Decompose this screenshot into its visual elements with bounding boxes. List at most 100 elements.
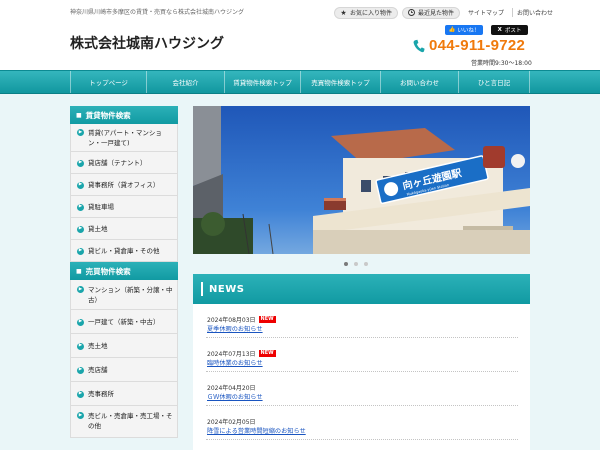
sitemap-link[interactable]: サイトマップ	[464, 8, 508, 17]
sidebar-item-sale-store[interactable]: ▶ 売店舗	[70, 358, 178, 382]
chevron-right-icon: ▶	[77, 247, 84, 255]
phone-icon	[413, 39, 425, 53]
nav-diary[interactable]: ひと言日記	[458, 71, 530, 93]
slider-dot[interactable]	[344, 262, 348, 266]
sidebar-item-sale-building[interactable]: ▶ 売ビル・売倉庫・売工場・その他	[70, 406, 178, 438]
new-badge: NEW	[258, 350, 276, 357]
station-photo: 向ヶ丘遊園駅 Mukōgaoka-yūen Station	[193, 106, 530, 254]
sale-search-heading: ■ 売買物件検索	[70, 262, 178, 280]
chevron-right-icon: ▶	[77, 342, 84, 350]
recent-viewed-button[interactable]: 最近見た物件	[402, 6, 461, 19]
news-list: 2024年08月03日 NEW 夏季休暇のお知らせ 2024年07月13日 NE…	[193, 304, 530, 440]
sidebar-item-rental-building[interactable]: ▶ 貸ビル・貸倉庫・その他	[70, 240, 178, 262]
like-label: いいね！	[457, 28, 480, 34]
chevron-right-icon: ▶	[77, 225, 84, 233]
sidebar-item-label: 一戸建て（新築・中古）	[88, 317, 160, 326]
chevron-right-icon: ▶	[77, 286, 84, 293]
sidebar: ■ 賃貸物件検索 ▶ 賃貸(アパート・マンション・一戸建て) ▶ 貸店舗（テナン…	[70, 106, 178, 438]
news-section: NEWS 2024年08月03日 NEW 夏季休暇のお知らせ 2024年07月1…	[193, 274, 530, 450]
nav-contact[interactable]: お問い合わせ	[380, 71, 458, 93]
news-item: 2024年08月03日 NEW 夏季休暇のお知らせ	[206, 304, 518, 338]
rental-search-heading: ■ 賃貸物件検索	[70, 106, 178, 124]
news-date: 2024年04月20日	[207, 385, 256, 392]
sidebar-item-label: 貸店舗（テナント）	[88, 158, 147, 167]
sidebar-item-label: 貸土地	[88, 224, 108, 233]
chevron-right-icon: ▶	[77, 390, 84, 398]
sidebar-item-sale-land[interactable]: ▶ 売土地	[70, 334, 178, 358]
phone-number-text: 044-911-9722	[429, 37, 526, 54]
slider-dot[interactable]	[364, 262, 368, 266]
sidebar-item-label: マンション（新築・分譲・中古）	[88, 286, 173, 304]
triangle-icon: ■	[76, 111, 82, 119]
sidebar-item-label: 売店舗	[88, 365, 108, 374]
slider-pagination	[344, 262, 368, 266]
sidebar-item-rental-apartment[interactable]: ▶ 賃貸(アパート・マンション・一戸建て)	[70, 124, 178, 152]
slider-dot[interactable]	[354, 262, 358, 266]
hero-slider[interactable]: 向ヶ丘遊園駅 Mukōgaoka-yūen Station	[193, 106, 530, 254]
sidebar-item-sale-house[interactable]: ▶ 一戸建て（新築・中古）	[70, 310, 178, 334]
chevron-right-icon: ▶	[77, 129, 84, 136]
sidebar-item-rental-parking[interactable]: ▶ 貸駐車場	[70, 196, 178, 218]
sidebar-item-sale-office[interactable]: ▶ 売事務所	[70, 382, 178, 406]
sidebar-item-label: 貸駐車場	[88, 202, 114, 211]
phone-number[interactable]: 044-911-9722	[413, 37, 525, 54]
chevron-right-icon: ▶	[77, 366, 84, 374]
chevron-right-icon: ▶	[77, 159, 84, 167]
news-date-row: 2024年02月05日	[207, 417, 256, 426]
sidebar-item-label: 売事務所	[88, 389, 114, 398]
thumbs-up-icon: 👍	[448, 27, 456, 33]
global-navigation: トップページ 会社紹介 賃貸物件検索トップ 売買物件検索トップ お問い合わせ ひ…	[0, 70, 600, 94]
post-label: ポスト	[504, 28, 522, 34]
news-item: 2024年04月20日 ＧＷ休暇のお知らせ	[206, 372, 518, 406]
news-date-row: 2024年08月03日 NEW	[207, 315, 276, 324]
sidebar-item-label: 売ビル・売倉庫・売工場・その他	[88, 412, 173, 430]
news-item: 2024年07月13日 NEW 臨時休業のお知らせ	[206, 338, 518, 372]
clock-icon	[408, 9, 415, 16]
news-date: 2024年08月03日	[207, 317, 256, 324]
sidebar-item-rental-office[interactable]: ▶ 貸事務所（貸オフィス）	[70, 174, 178, 196]
recent-label: 最近見た物件	[418, 10, 455, 17]
sale-search-title: 売買物件検索	[85, 266, 131, 276]
facebook-like-button[interactable]: 👍 いいね！	[445, 25, 483, 35]
site-header: 神奈川県川崎市多摩区の賃貸・売買なら株式会社城南ハウジング 株式会社城南ハウジン…	[0, 0, 600, 70]
sidebar-item-label: 貸事務所（貸オフィス）	[88, 180, 160, 189]
sidebar-item-label: 賃貸(アパート・マンション・一戸建て)	[88, 129, 162, 147]
contact-link[interactable]: お問い合わせ	[512, 8, 557, 17]
chevron-right-icon: ▶	[77, 203, 84, 211]
sidebar-item-rental-store[interactable]: ▶ 貸店舗（テナント）	[70, 152, 178, 174]
sidebar-item-label: 売土地	[88, 341, 108, 350]
site-logo-title[interactable]: 株式会社城南ハウジング	[70, 33, 224, 53]
news-heading: NEWS	[193, 274, 530, 304]
news-link[interactable]: 夏季休暇のお知らせ	[207, 324, 263, 333]
news-link[interactable]: ＧＷ休暇のお知らせ	[207, 392, 263, 401]
news-date: 2024年07月13日	[207, 351, 256, 358]
new-badge: NEW	[258, 316, 276, 323]
main-content: ■ 賃貸物件検索 ▶ 賃貸(アパート・マンション・一戸建て) ▶ 貸店舗（テナン…	[0, 94, 600, 450]
news-title: NEWS	[209, 283, 245, 295]
sidebar-item-label: 貸ビル・貸倉庫・その他	[88, 246, 160, 255]
sidebar-item-sale-mansion[interactable]: ▶ マンション（新築・分譲・中古）	[70, 280, 178, 310]
business-hours: 営業時間9:30～18:00	[471, 60, 532, 67]
news-date: 2024年02月05日	[207, 419, 256, 426]
x-post-button[interactable]: X ポスト	[491, 25, 528, 35]
nav-company[interactable]: 会社紹介	[146, 71, 224, 93]
chevron-right-icon: ▶	[77, 412, 84, 419]
news-date-row: 2024年07月13日 NEW	[207, 349, 276, 358]
nav-rental-search[interactable]: 賃貸物件検索トップ	[224, 71, 300, 93]
favorites-label: お気に入り物件	[350, 10, 393, 17]
chevron-right-icon: ▶	[77, 318, 84, 326]
triangle-icon: ■	[76, 267, 82, 275]
header-utility-links: ★ お気に入り物件 最近見た物件 サイトマップ お問い合わせ	[334, 6, 557, 19]
chevron-right-icon: ▶	[77, 181, 84, 189]
nav-sale-search[interactable]: 売買物件検索トップ	[300, 71, 380, 93]
news-item: 2024年02月05日 降雪による営業時間短縮のお知らせ	[206, 406, 518, 440]
heading-bar	[201, 282, 203, 296]
favorites-button[interactable]: ★ お気に入り物件	[334, 6, 399, 19]
news-date-row: 2024年04月20日	[207, 383, 256, 392]
site-tagline: 神奈川県川崎市多摩区の賃貸・売買なら株式会社城南ハウジング	[70, 9, 245, 16]
x-logo-icon: X	[497, 27, 502, 33]
nav-top-page[interactable]: トップページ	[70, 71, 146, 93]
sidebar-item-rental-land[interactable]: ▶ 貸土地	[70, 218, 178, 240]
news-link[interactable]: 臨時休業のお知らせ	[207, 358, 263, 367]
news-link[interactable]: 降雪による営業時間短縮のお知らせ	[207, 426, 306, 435]
